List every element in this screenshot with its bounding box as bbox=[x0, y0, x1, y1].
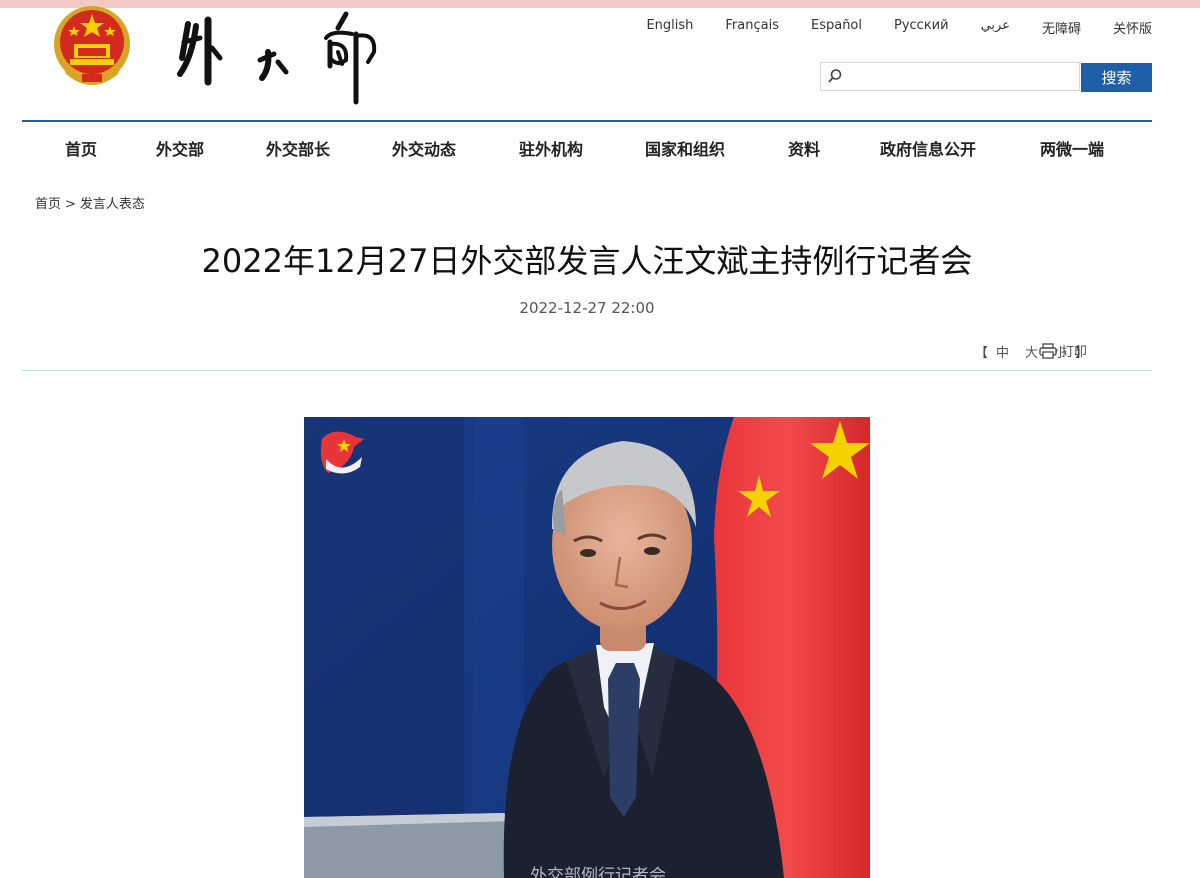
language-switcher: English Français Español Русский عربي 无障… bbox=[614, 18, 1152, 37]
nav-item-missions-abroad[interactable]: 驻外机构 bbox=[519, 136, 583, 160]
lang-russian-link[interactable]: Русский bbox=[894, 18, 949, 37]
print-label: 打印 bbox=[1061, 345, 1088, 360]
breadcrumb-current-link[interactable]: 发言人表态 bbox=[80, 197, 145, 212]
nav-item-countries-orgs[interactable]: 国家和组织 bbox=[645, 136, 725, 160]
nav-item-gov-info[interactable]: 政府信息公开 bbox=[880, 136, 976, 160]
lang-english-link[interactable]: English bbox=[646, 18, 693, 37]
lang-french-link[interactable]: Français bbox=[725, 18, 779, 37]
article-photo: 外交部例行记者会 bbox=[304, 417, 870, 878]
bracket-open: 【 bbox=[974, 346, 988, 361]
page-title: 2022年12月27日外交部发言人汪文斌主持例行记者会 bbox=[201, 242, 973, 280]
search-input[interactable] bbox=[847, 66, 1076, 89]
nav-item-minister[interactable]: 外交部长 bbox=[266, 136, 330, 160]
photo-caption: 外交部例行记者会 bbox=[530, 866, 666, 878]
national-emblem-icon[interactable] bbox=[52, 4, 132, 88]
font-size-medium-button[interactable]: 中 bbox=[996, 342, 1009, 361]
nav-item-social[interactable]: 两微一端 bbox=[1040, 136, 1104, 160]
main-nav: 首页 外交部 外交部长 外交动态 驻外机构 国家和组织 资料 政府信息公开 两微… bbox=[22, 128, 1152, 164]
content-divider bbox=[22, 370, 1152, 371]
lang-arabic-link[interactable]: عربي bbox=[981, 18, 1010, 37]
nav-item-home[interactable]: 首页 bbox=[65, 136, 97, 160]
breadcrumb: 首页 > 发言人表态 bbox=[35, 193, 145, 212]
font-size-large-button[interactable]: 大 bbox=[1025, 342, 1038, 361]
search-icon bbox=[828, 69, 842, 83]
lang-spanish-link[interactable]: Español bbox=[811, 18, 862, 37]
nav-item-diplomatic-news[interactable]: 外交动态 bbox=[392, 136, 456, 160]
nav-item-resources[interactable]: 资料 bbox=[788, 136, 820, 160]
elder-care-version-link[interactable]: 关怀版 bbox=[1113, 18, 1152, 37]
printer-icon bbox=[1039, 342, 1057, 359]
breadcrumb-home-link[interactable]: 首页 bbox=[35, 197, 61, 212]
print-button[interactable]: 打印 bbox=[1039, 341, 1087, 360]
accessibility-link[interactable]: 无障碍 bbox=[1042, 18, 1081, 37]
publish-date: 2022-12-27 22:00 bbox=[519, 299, 655, 317]
breadcrumb-separator: > bbox=[65, 197, 76, 212]
nav-item-ministry[interactable]: 外交部 bbox=[156, 136, 204, 160]
nav-top-rule bbox=[22, 120, 1152, 122]
ministry-calligraphy-logo[interactable] bbox=[170, 2, 400, 112]
search-button[interactable]: 搜索 bbox=[1081, 63, 1152, 92]
search-box bbox=[820, 62, 1080, 91]
